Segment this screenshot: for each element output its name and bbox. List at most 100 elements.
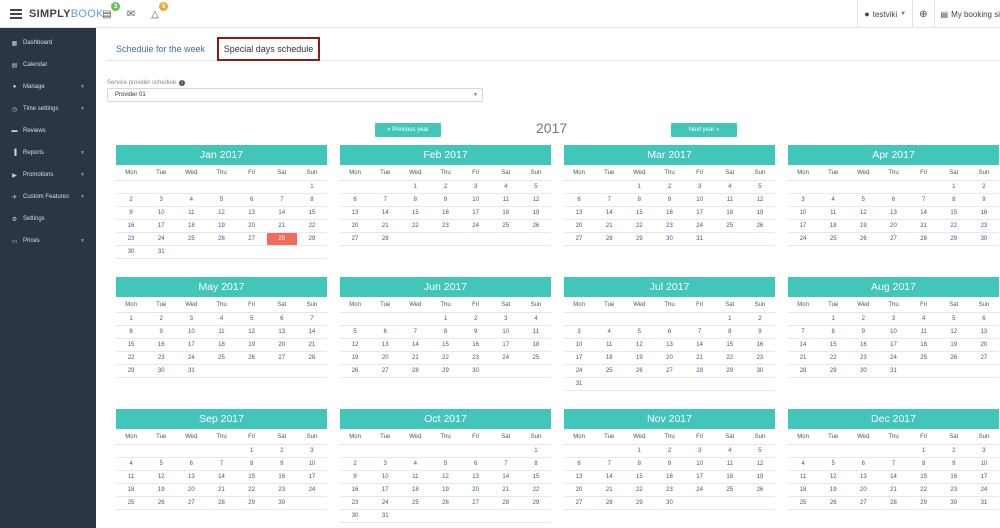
day-cell[interactable]: 18 [715, 471, 745, 483]
day-cell[interactable]: 30 [461, 365, 491, 377]
day-cell[interactable]: 4 [521, 313, 551, 325]
day-cell[interactable]: 4 [909, 313, 939, 325]
day-cell[interactable]: 4 [116, 458, 146, 470]
day-cell[interactable]: 28 [491, 497, 521, 509]
day-cell[interactable]: 5 [745, 181, 775, 193]
day-cell[interactable]: 7 [491, 458, 521, 470]
day-cell[interactable]: 9 [146, 326, 176, 338]
day-cell[interactable]: 29 [715, 365, 745, 377]
day-cell[interactable]: 19 [624, 352, 654, 364]
day-cell[interactable]: 29 [521, 497, 551, 509]
day-cell[interactable]: 9 [654, 194, 684, 206]
day-cell[interactable]: 8 [430, 326, 460, 338]
day-cell[interactable]: 24 [297, 484, 327, 496]
day-cell[interactable]: 22 [909, 484, 939, 496]
day-cell[interactable]: 24 [788, 233, 818, 245]
day-cell[interactable]: 16 [340, 484, 370, 496]
day-cell[interactable]: 29 [939, 233, 969, 245]
day-cell[interactable]: 23 [430, 220, 460, 232]
day-cell[interactable]: 13 [237, 207, 267, 219]
day-cell[interactable]: 24 [878, 352, 908, 364]
day-cell[interactable]: 18 [116, 484, 146, 496]
day-cell[interactable]: 26 [818, 497, 848, 509]
day-cell[interactable]: 14 [594, 207, 624, 219]
day-cell[interactable]: 12 [521, 194, 551, 206]
day-cell[interactable]: 30 [654, 497, 684, 509]
brand-logo[interactable]: SIMPLYBOOK [29, 8, 104, 20]
day-cell[interactable]: 8 [624, 458, 654, 470]
day-cell[interactable]: 2 [430, 181, 460, 193]
day-cell[interactable]: 5 [848, 194, 878, 206]
day-cell[interactable]: 17 [878, 339, 908, 351]
day-cell[interactable]: 5 [745, 445, 775, 457]
day-cell[interactable]: 15 [624, 471, 654, 483]
day-cell[interactable]: 17 [176, 339, 206, 351]
day-cell[interactable]: 23 [745, 352, 775, 364]
day-cell[interactable]: 4 [206, 313, 236, 325]
day-cell[interactable]: 24 [146, 233, 176, 245]
day-cell[interactable]: 30 [969, 233, 999, 245]
day-cell[interactable]: 12 [745, 194, 775, 206]
day-cell[interactable]: 11 [715, 458, 745, 470]
day-cell[interactable]: 5 [939, 313, 969, 325]
day-cell[interactable]: 3 [491, 313, 521, 325]
day-cell[interactable]: 21 [594, 484, 624, 496]
day-cell[interactable]: 27 [370, 365, 400, 377]
day-cell[interactable]: 13 [340, 207, 370, 219]
day-cell[interactable]: 25 [909, 352, 939, 364]
tab-special-days-schedule[interactable]: Special days schedule [217, 37, 320, 61]
day-cell[interactable]: 14 [370, 207, 400, 219]
day-cell[interactable]: 9 [461, 326, 491, 338]
day-cell[interactable]: 23 [654, 484, 684, 496]
day-cell[interactable]: 20 [370, 352, 400, 364]
day-cell[interactable]: 19 [430, 484, 460, 496]
day-cell[interactable]: 1 [715, 313, 745, 325]
day-cell[interactable]: 2 [340, 458, 370, 470]
day-cell[interactable]: 23 [146, 352, 176, 364]
day-cell[interactable]: 1 [909, 445, 939, 457]
day-cell[interactable]: 27 [564, 233, 594, 245]
day-cell[interactable]: 23 [848, 352, 878, 364]
day-cell[interactable]: 18 [715, 207, 745, 219]
day-cell[interactable]: 2 [146, 313, 176, 325]
day-cell[interactable]: 20 [654, 352, 684, 364]
day-cell[interactable]: 30 [654, 233, 684, 245]
day-cell[interactable]: 2 [267, 445, 297, 457]
day-cell[interactable]: 18 [818, 220, 848, 232]
day-cell[interactable]: 21 [297, 339, 327, 351]
sidebar-item-dashboard[interactable]: ▦ Dashboard [0, 32, 96, 54]
day-cell[interactable]: 12 [848, 207, 878, 219]
day-cell[interactable]: 25 [818, 233, 848, 245]
sidebar-item-prices[interactable]: ▭ Prices ▼ [0, 230, 96, 252]
day-cell[interactable]: 29 [116, 365, 146, 377]
day-cell[interactable]: 4 [491, 181, 521, 193]
day-cell[interactable]: 22 [237, 484, 267, 496]
day-cell[interactable]: 25 [491, 220, 521, 232]
day-cell[interactable]: 3 [685, 181, 715, 193]
help-icon[interactable]: ⊕ [919, 9, 927, 20]
day-cell[interactable]: 30 [848, 365, 878, 377]
day-cell[interactable]: 17 [788, 220, 818, 232]
day-cell[interactable]: 11 [176, 207, 206, 219]
day-cell[interactable]: 3 [176, 313, 206, 325]
day-cell[interactable]: 22 [297, 220, 327, 232]
day-cell[interactable]: 15 [909, 471, 939, 483]
day-cell[interactable]: 13 [969, 326, 999, 338]
day-cell[interactable]: 29 [430, 365, 460, 377]
day-cell[interactable]: 5 [624, 326, 654, 338]
day-cell[interactable]: 19 [237, 339, 267, 351]
day-cell[interactable]: 29 [909, 497, 939, 509]
day-cell[interactable]: 18 [206, 339, 236, 351]
day-cell[interactable]: 21 [206, 484, 236, 496]
day-cell[interactable]: 28 [266, 233, 297, 245]
day-cell[interactable]: 26 [206, 233, 236, 245]
day-cell[interactable]: 12 [818, 471, 848, 483]
day-cell[interactable]: 19 [146, 484, 176, 496]
day-cell[interactable]: 6 [878, 194, 908, 206]
day-cell[interactable]: 11 [116, 471, 146, 483]
day-cell[interactable]: 4 [788, 458, 818, 470]
day-cell[interactable]: 12 [430, 471, 460, 483]
day-cell[interactable]: 16 [848, 339, 878, 351]
day-cell[interactable]: 28 [594, 497, 624, 509]
day-cell[interactable]: 9 [969, 194, 999, 206]
